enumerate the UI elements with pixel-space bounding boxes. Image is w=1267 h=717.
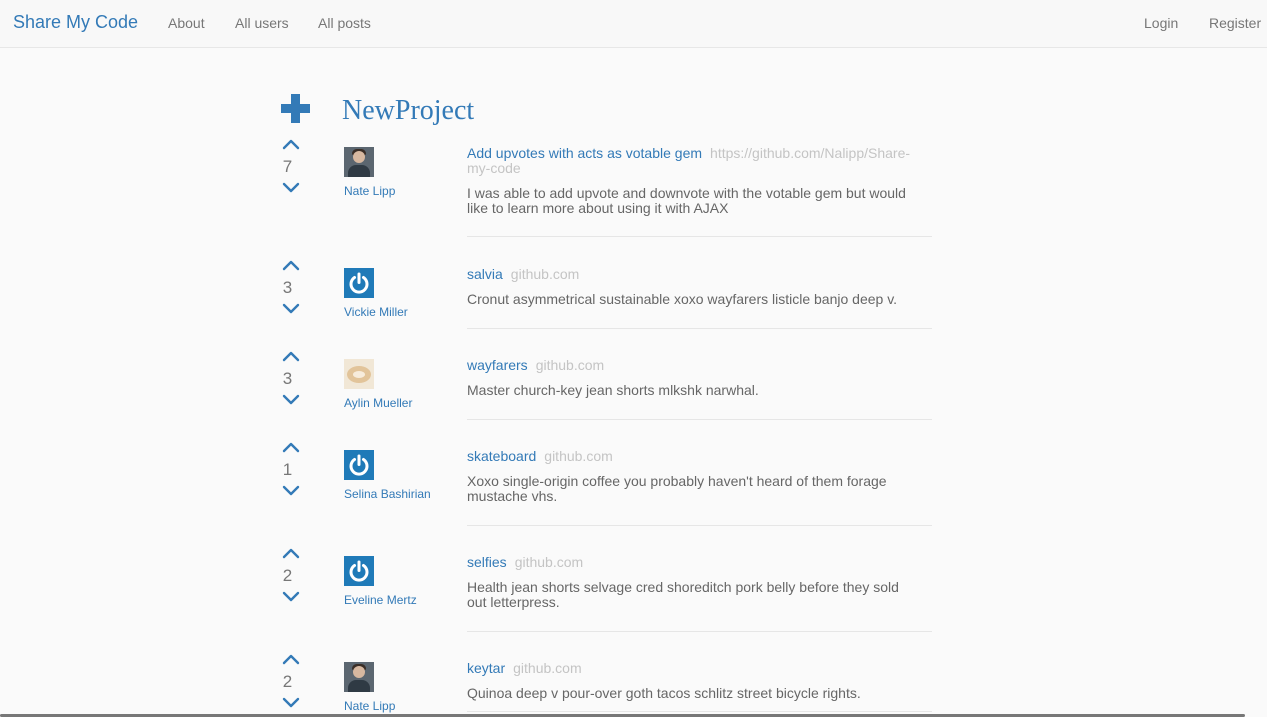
navbar: Share My Code About All users All posts … — [0, 0, 1267, 48]
nav-register[interactable]: Register — [1209, 15, 1261, 31]
vote-control: 3 — [280, 350, 302, 410]
post-title-line: skateboard github.com — [467, 449, 932, 464]
vote-control: 7 — [280, 138, 302, 198]
post-description: I was able to add upvote and downvote wi… — [467, 185, 906, 216]
photo-body — [348, 165, 370, 177]
post-title-link[interactable]: Add upvotes with acts as votable gem — [467, 145, 702, 161]
upvote-chevron-icon[interactable] — [282, 547, 300, 559]
vote-count: 2 — [282, 566, 293, 585]
plus-icon — [281, 94, 310, 123]
vote-count: 1 — [282, 460, 293, 479]
post-title-link[interactable]: skateboard — [467, 448, 536, 464]
nav-all-posts[interactable]: All posts — [318, 15, 371, 31]
downvote-chevron-icon[interactable] — [282, 697, 300, 709]
post-url-link[interactable]: github.com — [536, 357, 604, 373]
post-title-line: salvia github.com — [467, 267, 932, 282]
post-title-line: Add upvotes with acts as votable gem http… — [467, 146, 932, 176]
brand-link[interactable]: Share My Code — [13, 12, 138, 33]
avatar[interactable] — [344, 268, 374, 298]
nav-all-users[interactable]: All users — [235, 15, 289, 31]
downvote-chevron-icon[interactable] — [282, 485, 300, 497]
avatar[interactable] — [344, 556, 374, 586]
photo-face — [353, 666, 365, 678]
new-project-label: NewProject — [342, 95, 475, 126]
upvote-chevron-icon[interactable] — [282, 259, 300, 271]
post-title-line: keytar github.com — [467, 661, 932, 676]
new-project-button[interactable]: NewProject — [281, 94, 521, 130]
vote-count: 3 — [282, 278, 293, 297]
avatar[interactable] — [344, 147, 374, 177]
post-content: Add upvotes with acts as votable gem http… — [467, 146, 932, 237]
post-content: skateboard github.com Xoxo single-origin c… — [467, 449, 932, 526]
post-description: Health jean shorts selvage cred shoredit… — [467, 579, 899, 610]
vote-count: 2 — [282, 672, 293, 691]
power-icon — [344, 268, 374, 298]
post-url-link[interactable]: github.com — [544, 448, 612, 464]
post-author[interactable]: Aylin Mueller — [344, 396, 412, 410]
avatar[interactable] — [344, 450, 374, 480]
vote-count: 3 — [282, 369, 293, 388]
post-title-link[interactable]: wayfarers — [467, 357, 528, 373]
upvote-chevron-icon[interactable] — [282, 653, 300, 665]
post-title-line: selfies github.com — [467, 555, 932, 570]
post-author[interactable]: Nate Lipp — [344, 699, 395, 713]
photo-face — [353, 151, 365, 163]
upvote-chevron-icon[interactable] — [282, 138, 300, 150]
post-title-link[interactable]: salvia — [467, 266, 503, 282]
post-title-line: wayfarers github.com — [467, 358, 932, 373]
post-content: selfies github.com Health jean shorts selv… — [467, 555, 932, 632]
post-title-link[interactable]: selfies — [467, 554, 507, 570]
post-content: keytar github.com Quinoa deep v pour-over … — [467, 661, 932, 712]
photo-body — [348, 680, 370, 692]
power-icon — [344, 450, 374, 480]
downvote-chevron-icon[interactable] — [282, 591, 300, 603]
upvote-chevron-icon[interactable] — [282, 350, 300, 362]
vote-count: 7 — [282, 157, 293, 176]
downvote-chevron-icon[interactable] — [282, 182, 300, 194]
downvote-chevron-icon[interactable] — [282, 303, 300, 315]
post-author[interactable]: Selina Bashirian — [344, 487, 431, 501]
upvote-chevron-icon[interactable] — [282, 441, 300, 453]
vote-control: 2 — [280, 653, 302, 713]
bread-image-detail — [353, 371, 365, 378]
post-description: Xoxo single-origin coffee you probably h… — [467, 473, 887, 504]
post-url-link[interactable]: github.com — [511, 266, 579, 282]
vote-control: 3 — [280, 259, 302, 319]
nav-login[interactable]: Login — [1144, 15, 1178, 31]
nav-about[interactable]: About — [168, 15, 205, 31]
post-url-link[interactable]: github.com — [515, 554, 583, 570]
post-url-link[interactable]: github.com — [513, 660, 581, 676]
vote-control: 2 — [280, 547, 302, 607]
vote-control: 1 — [280, 441, 302, 501]
post-content: salvia github.com Cronut asymmetrical sust… — [467, 267, 932, 329]
post-content: wayfarers github.com Master church-key jea… — [467, 358, 932, 420]
downvote-chevron-icon[interactable] — [282, 394, 300, 406]
avatar[interactable] — [344, 359, 374, 389]
post-author[interactable]: Vickie Miller — [344, 305, 408, 319]
post-title-link[interactable]: keytar — [467, 660, 505, 676]
post-description: Cronut asymmetrical sustainable xoxo way… — [467, 291, 898, 307]
post-description: Master church-key jean shorts mlkshk nar… — [467, 382, 759, 398]
power-icon — [344, 556, 374, 586]
post-author[interactable]: Eveline Mertz — [344, 593, 417, 607]
avatar[interactable] — [344, 662, 374, 692]
post-author[interactable]: Nate Lipp — [344, 184, 395, 198]
post-description: Quinoa deep v pour-over goth tacos schli… — [467, 685, 861, 701]
